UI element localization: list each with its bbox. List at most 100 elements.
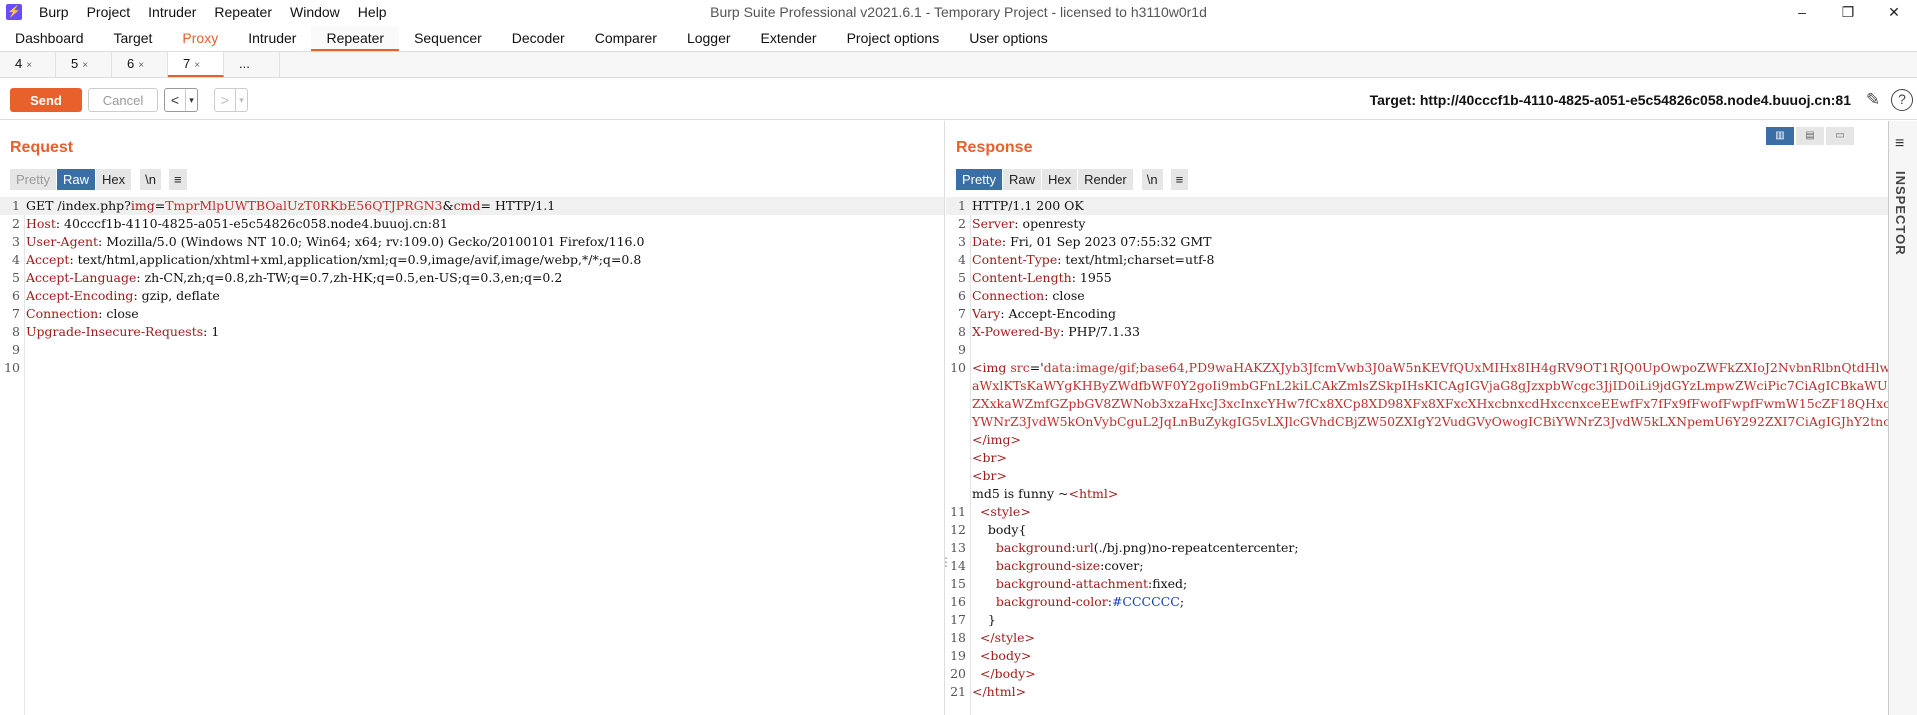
subtab-5[interactable]: 5 ×: [56, 52, 112, 77]
menu-repeater[interactable]: Repeater: [205, 4, 281, 20]
top-bottom-layout-icon[interactable]: ▤: [1796, 127, 1824, 145]
menu-burp[interactable]: Burp: [30, 4, 78, 20]
code-line[interactable]: 21 </html>: [946, 683, 1888, 701]
response-editor[interactable]: 1 HTTP/1.1 200 OK 2 Server: openresty 3 Date:…: [946, 197, 1888, 715]
code-line[interactable]: 4 Accept: text/html,application/xhtml+xml…: [0, 251, 944, 269]
code-line[interactable]: 1 GET /index.php?img=TmprMlpUWTBOalUzT0RK…: [0, 197, 944, 215]
close-tab-icon[interactable]: ×: [194, 60, 200, 71]
menu-intruder[interactable]: Intruder: [139, 4, 205, 20]
code-line[interactable]: 4 Content-Type: text/html;charset=utf-8: [946, 251, 1888, 269]
response-tab-render[interactable]: Render: [1078, 169, 1133, 190]
code-line[interactable]: 8 X-Powered-By: PHP/7.1.33: [946, 323, 1888, 341]
code-line[interactable]: 2 Host: 40cccf1b-4110-4825-a051-e5c54826c…: [0, 215, 944, 233]
request-tab-raw[interactable]: Raw: [56, 169, 95, 190]
request-tab-pretty[interactable]: Pretty: [10, 169, 56, 190]
line-number: 5: [958, 270, 966, 285]
code-line[interactable]: 2 Server: openresty: [946, 215, 1888, 233]
code-line[interactable]: 14 background-size:cover;: [946, 557, 1888, 575]
inspector-sidebar[interactable]: ≡ INSPECTOR: [1888, 121, 1917, 715]
side-by-side-layout-icon[interactable]: ▥: [1766, 127, 1794, 145]
request-tab-hex[interactable]: Hex: [95, 169, 132, 190]
close-tab-icon[interactable]: ×: [82, 60, 88, 71]
code-line[interactable]: 20 </body>: [946, 665, 1888, 683]
edit-target-icon[interactable]: ✎: [1863, 90, 1883, 110]
code-line[interactable]: 15 background-attachment:fixed;: [946, 575, 1888, 593]
code-line[interactable]: </img>: [946, 431, 1888, 449]
tab-extender[interactable]: Extender: [746, 26, 832, 51]
panel-drag-handle-icon[interactable]: ⋮: [940, 555, 952, 569]
back-arrow-icon[interactable]: <: [165, 89, 185, 111]
request-menu-icon[interactable]: ≡: [168, 169, 187, 190]
code-line[interactable]: 6 Connection: close: [946, 287, 1888, 305]
close-tab-icon[interactable]: ×: [138, 60, 144, 71]
code-line[interactable]: 17 }: [946, 611, 1888, 629]
response-tab-hex[interactable]: Hex: [1041, 169, 1078, 190]
menu-window[interactable]: Window: [281, 4, 349, 20]
code-line[interactable]: aWxlKTsKaWYgKHByZWdfbWF0Y2goIi9mbGFnL2ki…: [946, 377, 1888, 395]
tab-proxy[interactable]: Proxy: [167, 26, 233, 51]
send-button[interactable]: Send: [10, 88, 82, 112]
code-line[interactable]: 12 body{: [946, 521, 1888, 539]
forward-arrow-icon[interactable]: >: [215, 89, 235, 111]
tab-user-options[interactable]: User options: [954, 26, 1063, 51]
code-line[interactable]: 9: [946, 341, 1888, 359]
request-newline-toggle[interactable]: \n: [140, 169, 161, 190]
code-line[interactable]: <br>: [946, 467, 1888, 485]
code-line[interactable]: 10 <img src='data:image/gif;base64,PD9waH…: [946, 359, 1888, 377]
subtab-7[interactable]: 7 ×: [168, 52, 224, 77]
response-tab-pretty[interactable]: Pretty: [956, 169, 1002, 190]
code-line[interactable]: YWNrZ3JvdW5kOnVybCguL2JqLnBuZykgIG5vLXJl…: [946, 413, 1888, 431]
restore-icon[interactable]: ❐: [1825, 0, 1871, 24]
subtab-new[interactable]: ...: [224, 52, 280, 77]
code-line[interactable]: 9: [0, 341, 944, 359]
code-line[interactable]: 7 Connection: close: [0, 305, 944, 323]
subtab-4[interactable]: 4 ×: [0, 52, 56, 77]
menu-project[interactable]: Project: [78, 4, 140, 20]
help-icon[interactable]: ?: [1891, 89, 1913, 111]
code-line[interactable]: 3 User-Agent: Mozilla/5.0 (Windows NT 10.…: [0, 233, 944, 251]
inspector-menu-icon[interactable]: ≡: [1895, 135, 1904, 153]
inspector-label[interactable]: INSPECTOR: [1893, 171, 1908, 256]
code-line[interactable]: 10: [0, 359, 944, 377]
code-line[interactable]: 5 Accept-Language: zh-CN,zh;q=0.8,zh-TW;q…: [0, 269, 944, 287]
tab-decoder[interactable]: Decoder: [497, 26, 580, 51]
response-newline-toggle[interactable]: \n: [1141, 169, 1163, 190]
tab-comparer[interactable]: Comparer: [580, 26, 672, 51]
minimize-icon[interactable]: –: [1779, 0, 1825, 24]
code-line[interactable]: <br>: [946, 449, 1888, 467]
forward-history-dropdown-icon[interactable]: ▾: [235, 89, 247, 111]
tab-repeater[interactable]: Repeater: [311, 26, 400, 51]
request-editor[interactable]: 1 GET /index.php?img=TmprMlpUWTBOalUzT0RK…: [0, 197, 944, 715]
tab-dashboard[interactable]: Dashboard: [0, 26, 99, 51]
code-line[interactable]: 7 Vary: Accept-Encoding: [946, 305, 1888, 323]
tab-sequencer[interactable]: Sequencer: [399, 26, 497, 51]
code-line[interactable]: 8 Upgrade-Insecure-Requests: 1: [0, 323, 944, 341]
code-token: Accept-Encoding: [26, 288, 134, 303]
response-menu-icon[interactable]: ≡: [1170, 169, 1189, 190]
code-line[interactable]: md5 is funny ~<html>: [946, 485, 1888, 503]
cancel-button[interactable]: Cancel: [88, 88, 158, 112]
tab-intruder[interactable]: Intruder: [233, 26, 311, 51]
code-line[interactable]: 5 Content-Length: 1955: [946, 269, 1888, 287]
code-line[interactable]: 1 HTTP/1.1 200 OK: [946, 197, 1888, 215]
code-line[interactable]: 11 <style>: [946, 503, 1888, 521]
close-icon[interactable]: ✕: [1871, 0, 1917, 24]
code-line[interactable]: 16 background-color:#CCCCCC;: [946, 593, 1888, 611]
subtab-6[interactable]: 6 ×: [112, 52, 168, 77]
response-tab-raw[interactable]: Raw: [1002, 169, 1041, 190]
tab-logger[interactable]: Logger: [672, 26, 746, 51]
single-tab-layout-icon[interactable]: ▭: [1826, 127, 1854, 145]
back-history-dropdown-icon[interactable]: ▾: [185, 89, 197, 111]
code-line[interactable]: ZXxkaWZmfGZpbGV8ZWNob3xzaHxcJ3xcInxcYHw7…: [946, 395, 1888, 413]
code-line[interactable]: 13 background:url(./bj.png)no-repeatcent…: [946, 539, 1888, 557]
line-number: 17: [950, 612, 966, 627]
close-tab-icon[interactable]: ×: [26, 60, 32, 71]
code-line[interactable]: 6 Accept-Encoding: gzip, deflate: [0, 287, 944, 305]
code-line[interactable]: 18 </style>: [946, 629, 1888, 647]
tab-target[interactable]: Target: [99, 26, 168, 51]
tab-project-options[interactable]: Project options: [832, 26, 955, 51]
menu-help[interactable]: Help: [349, 4, 396, 20]
code-line[interactable]: 3 Date: Fri, 01 Sep 2023 07:55:32 GMT: [946, 233, 1888, 251]
code-line[interactable]: 19 <body>: [946, 647, 1888, 665]
